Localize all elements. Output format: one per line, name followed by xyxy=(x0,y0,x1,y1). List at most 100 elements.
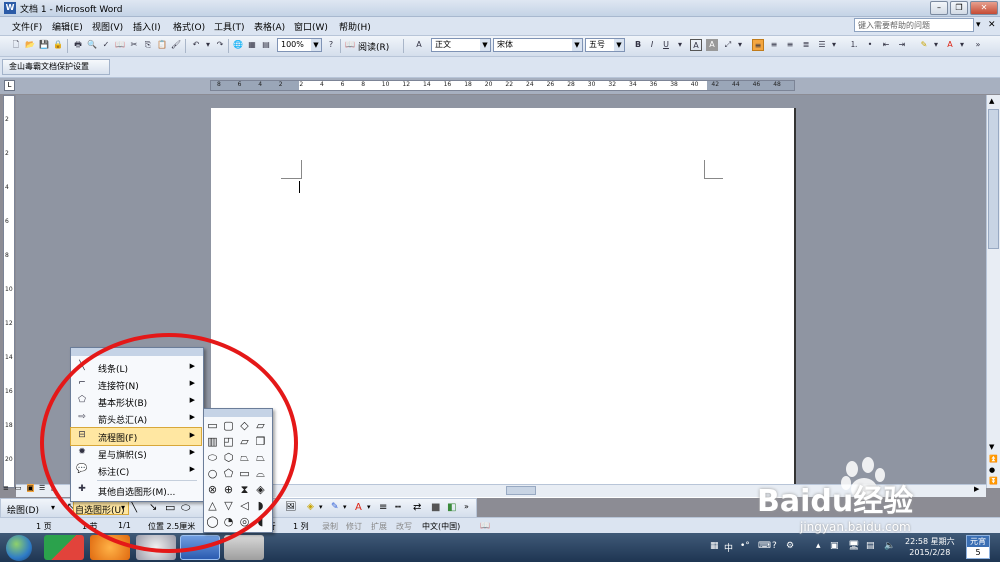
menu-item-block-arrows[interactable]: ⇨ 箭头总汇(A) ▶ xyxy=(71,410,201,427)
flowchart-magnetic-disk-icon[interactable]: ◔ xyxy=(222,515,235,528)
increase-indent-icon[interactable]: ⇥ xyxy=(896,39,908,51)
line-color-dropdown-icon[interactable]: ▾ xyxy=(343,503,347,511)
help-search-input[interactable]: 键入需要帮助的问题 xyxy=(854,18,974,32)
font-size-select[interactable]: 五号 ▼ xyxy=(585,38,625,52)
menu-item-more-autoshapes[interactable]: ✚ 其他自选图形(M)... xyxy=(71,482,201,499)
status-ext[interactable]: 扩展 xyxy=(371,521,387,532)
align-center-icon[interactable]: ≡ xyxy=(768,39,780,51)
bold-icon[interactable]: B xyxy=(632,39,644,51)
scroll-thumb[interactable] xyxy=(988,109,999,249)
ime-indicator[interactable]: 中 xyxy=(724,541,733,554)
taskbar-app-1[interactable] xyxy=(44,535,84,560)
flowchart-delay-icon[interactable]: ◗ xyxy=(254,499,267,512)
menu-item-lines[interactable]: ╲ 线条(L) ▶ xyxy=(71,359,201,376)
underline-icon[interactable]: U xyxy=(660,39,672,51)
doc-protect-button[interactable]: 金山毒霸文档保护设置 xyxy=(2,59,110,75)
read-icon[interactable]: 📖 xyxy=(344,39,356,51)
document-page[interactable] xyxy=(211,108,796,498)
flowchart-data-icon[interactable]: ▱ xyxy=(254,419,267,432)
insert-picture-icon[interactable]: 🖼 xyxy=(285,502,296,512)
char-scale-icon[interactable]: ⤢ xyxy=(722,39,734,51)
flowchart-summing-junction-icon[interactable]: ⊗ xyxy=(206,483,219,496)
help-dropdown-icon[interactable]: ▾ xyxy=(976,20,981,30)
flowchart-sort-icon[interactable]: ◈ xyxy=(254,483,267,496)
font-color-icon[interactable]: A xyxy=(944,39,956,51)
menu-view[interactable]: 视图(V) xyxy=(92,20,123,33)
tray-dots-icon[interactable]: •° xyxy=(740,541,750,551)
char-scale-dropdown-icon[interactable]: ▾ xyxy=(734,39,746,51)
close-button[interactable]: ✕ xyxy=(970,1,998,15)
word-app-icon[interactable]: W xyxy=(4,2,16,14)
flowchart-document-icon[interactable]: ▱ xyxy=(238,435,251,448)
tray-app2-icon[interactable]: ▤ xyxy=(866,541,875,551)
flowchart-manual-input-icon[interactable]: ⏢ xyxy=(238,451,251,464)
horizontal-ruler[interactable]: 8 6 4 2 2 4 6 8 10 12 14 16 18 20 22 24 26 28 30 32 34 36 38 40… xyxy=(210,80,795,91)
taskbar-app-2[interactable] xyxy=(90,535,130,560)
flowchart-stored-data-icon[interactable]: ◁ xyxy=(238,499,251,512)
flowchart-terminator-icon[interactable]: ⬭ xyxy=(206,451,219,464)
highlight-icon[interactable]: ✎ xyxy=(918,39,930,51)
save-icon[interactable]: 💾 xyxy=(38,39,50,51)
submenu-grip[interactable] xyxy=(204,409,272,417)
draw-menu-dropdown-icon[interactable]: ▾ xyxy=(51,503,55,512)
spelling-status-icon[interactable]: 📖 xyxy=(480,521,490,530)
cut-icon[interactable]: ✂ xyxy=(128,39,140,51)
flowchart-merge-icon[interactable]: ▽ xyxy=(222,499,235,512)
print-preview-icon[interactable]: 🔍 xyxy=(86,39,98,51)
font-color-dropdown-icon[interactable]: ▾ xyxy=(956,39,968,51)
flowchart-offpage-connector-icon[interactable]: ⬠ xyxy=(222,467,235,480)
permission-icon[interactable]: 🔒 xyxy=(52,39,64,51)
restore-button[interactable]: ❐ xyxy=(950,1,968,15)
flowchart-internal-storage-icon[interactable]: ◰ xyxy=(222,435,235,448)
bullets-icon[interactable]: • xyxy=(864,39,876,51)
draw-menu-button[interactable]: 绘图(D) xyxy=(7,503,39,516)
minimize-button[interactable]: – xyxy=(930,1,948,15)
research-icon[interactable]: 📖 xyxy=(114,39,126,51)
menu-item-basic-shapes[interactable]: ⬠ 基本形状(B) ▶ xyxy=(71,393,201,410)
style-select[interactable]: 正文 ▼ xyxy=(431,38,491,52)
justify-icon[interactable]: ≣ xyxy=(800,39,812,51)
normal-view-icon[interactable]: ≡ xyxy=(3,484,9,492)
volume-icon[interactable]: 🔈 xyxy=(884,541,895,551)
3d-style-icon[interactable]: ◧ xyxy=(447,502,456,513)
scroll-up-icon[interactable]: ▲ xyxy=(989,97,994,105)
numbering-icon[interactable]: ⒈ xyxy=(848,39,860,51)
highlight-dropdown-icon[interactable]: ▾ xyxy=(930,39,942,51)
copy-icon[interactable]: ⎘ xyxy=(142,39,154,51)
new-icon[interactable]: 🗋 xyxy=(10,39,22,51)
flowchart-multidocument-icon[interactable]: ❐ xyxy=(254,435,267,448)
line-color-icon[interactable]: ✎ xyxy=(331,502,339,512)
font-select[interactable]: 宋体 ▼ xyxy=(493,38,583,52)
flowchart-decision-icon[interactable]: ◇ xyxy=(238,419,251,432)
hscroll-thumb[interactable] xyxy=(506,486,536,495)
line-spacing-icon[interactable]: ▾ xyxy=(828,39,840,51)
arrow-style-icon[interactable]: ⇄ xyxy=(413,502,421,513)
decrease-indent-icon[interactable]: ⇤ xyxy=(880,39,892,51)
start-button[interactable] xyxy=(6,535,32,561)
print-view-icon[interactable]: ▣ xyxy=(27,484,34,492)
undo-icon[interactable]: ↶ xyxy=(190,39,202,51)
calendar-widget[interactable]: 元宵 5 xyxy=(966,535,990,559)
flowchart-direct-access-icon[interactable]: ◎ xyxy=(238,515,251,528)
rectangle-tool-icon[interactable]: ▭ xyxy=(165,501,175,514)
next-page-icon[interactable]: ⏬ xyxy=(989,477,998,485)
menu-item-flowchart[interactable]: ⊟ 流程图(F) ▶ xyxy=(70,427,202,446)
open-icon[interactable]: 📂 xyxy=(24,39,36,51)
menu-item-stars-banners[interactable]: ✹ 星与旗帜(S) ▶ xyxy=(71,445,201,462)
font-color-draw-icon[interactable]: A xyxy=(355,502,362,513)
tray-help-icon[interactable]: ? xyxy=(772,541,777,551)
reading-view-icon[interactable]: ▯ xyxy=(51,484,55,492)
char-border-icon[interactable]: A xyxy=(690,39,702,51)
select-browse-object-icon[interactable]: ● xyxy=(989,466,995,474)
menu-grip[interactable] xyxy=(71,348,203,356)
align-right-icon[interactable]: ≡ xyxy=(784,39,796,51)
zoom-select[interactable]: 100% ▼ xyxy=(277,38,322,52)
oval-tool-icon[interactable]: ⬭ xyxy=(181,501,190,515)
toolbar-options-icon[interactable]: » xyxy=(972,39,984,51)
redo-icon[interactable]: ↷ xyxy=(214,39,226,51)
dash-style-icon[interactable]: ┅ xyxy=(395,502,401,513)
insert-table-icon[interactable]: ▤ xyxy=(260,39,272,51)
menu-format[interactable]: 格式(O) xyxy=(173,20,205,33)
status-trk[interactable]: 修订 xyxy=(346,521,362,532)
prev-page-icon[interactable]: ⏫ xyxy=(989,455,998,463)
